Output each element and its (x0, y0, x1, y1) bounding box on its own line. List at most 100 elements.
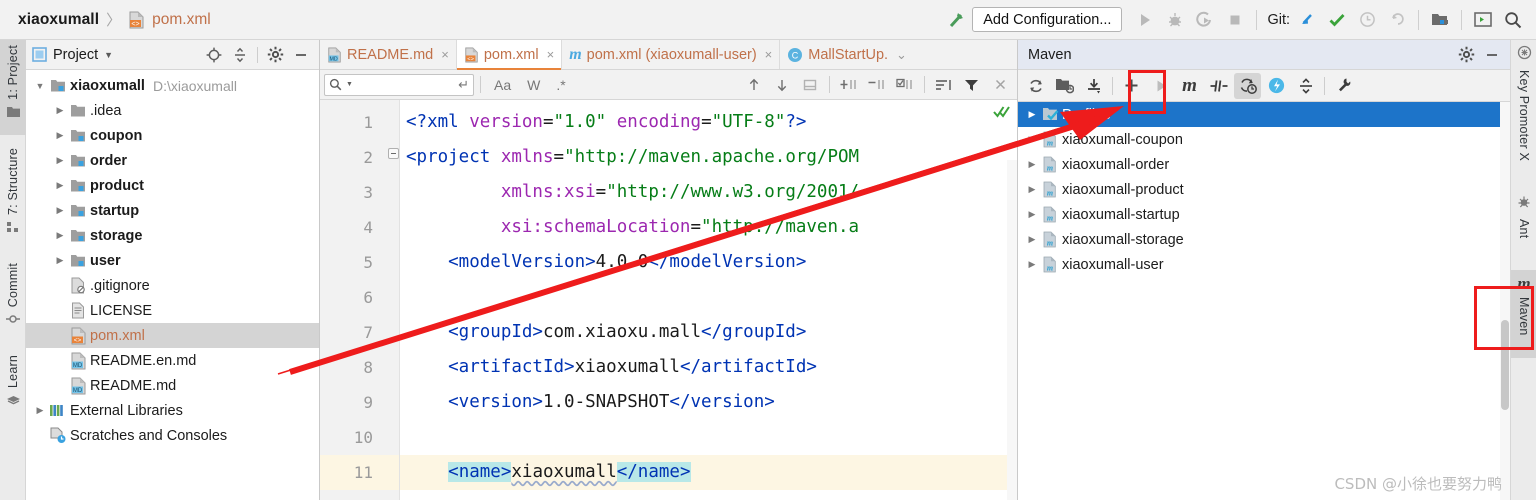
toggle-offline-icon[interactable] (1234, 72, 1261, 99)
chevron-right-icon[interactable]: ▶ (1024, 209, 1040, 220)
breadcrumb-file[interactable]: pom.xml (152, 11, 211, 29)
git-commit-check-icon[interactable] (1322, 5, 1352, 35)
maven-tree-row-startup[interactable]: ▶ m xiaoxumall-startup (1018, 202, 1510, 227)
git-rollback-icon[interactable] (1382, 5, 1412, 35)
tree-row-license[interactable]: LICENSE (26, 298, 319, 323)
close-icon[interactable]: × (765, 47, 773, 62)
add-icon[interactable] (1118, 73, 1145, 99)
git-update-icon[interactable] (1292, 5, 1322, 35)
tree-row-scratches[interactable]: Scratches and Consoles (26, 423, 319, 448)
select-lines-icon[interactable] (892, 73, 918, 97)
tree-row-idea[interactable]: ▶ .idea (26, 98, 319, 123)
expand-lines-icon[interactable] (836, 73, 862, 97)
sidebar-item-maven[interactable]: m Maven (1511, 270, 1536, 358)
run-icon[interactable] (1147, 73, 1174, 99)
maven-tree-row-storage[interactable]: ▶ m xiaoxumall-storage (1018, 227, 1510, 252)
code-editor[interactable]: 1 2 3 4 5 6 7 8 9 10 11 <?xml version="1… (320, 100, 1017, 500)
maven-tree-row-coupon[interactable]: ▶ m xiaoxumall-coupon (1018, 127, 1510, 152)
new-line-icon[interactable]: ↵ (458, 77, 469, 93)
sidebar-item-learn[interactable]: Learn (0, 350, 26, 422)
editor-scrollbar[interactable] (1007, 160, 1017, 500)
tree-row-gitignore[interactable]: .gitignore (26, 273, 319, 298)
filter-icon[interactable] (959, 73, 985, 97)
regex-toggle[interactable]: .* (549, 77, 572, 93)
stop-icon[interactable] (1220, 5, 1250, 35)
chevron-right-icon[interactable]: ▶ (52, 180, 68, 191)
maven-tree-row-user[interactable]: ▶ m xiaoxumall-user (1018, 252, 1510, 277)
tree-row-startup[interactable]: ▶ startup (26, 198, 319, 223)
chevron-right-icon[interactable]: ▶ (52, 255, 68, 266)
project-structure-icon[interactable] (1425, 5, 1455, 35)
locate-icon[interactable] (202, 43, 226, 67)
tab-mallstartup[interactable]: C MallStartUp. ⌄ (780, 40, 914, 69)
chevron-right-icon[interactable]: ▶ (52, 130, 68, 141)
debug-icon[interactable] (1160, 5, 1190, 35)
chevron-right-icon[interactable]: ▶ (1024, 134, 1040, 145)
code-content[interactable]: <?xml version="1.0" encoding="UTF-8"?> <… (400, 100, 1017, 500)
show-dependencies-icon[interactable] (1263, 73, 1290, 99)
sort-icon[interactable] (931, 73, 957, 97)
chevron-right-icon[interactable]: ▶ (1024, 109, 1040, 120)
tree-row-external-libraries[interactable]: ▶ External Libraries (26, 398, 319, 423)
tree-row-readme-en[interactable]: MD README.en.md (26, 348, 319, 373)
sidebar-item-project[interactable]: 1: Project (0, 40, 26, 135)
maven-scrollbar[interactable] (1500, 102, 1510, 500)
chevron-right-icon[interactable]: ▶ (52, 205, 68, 216)
maven-tree-row-product[interactable]: ▶ m xiaoxumall-product (1018, 177, 1510, 202)
close-icon[interactable]: × (441, 47, 449, 62)
close-icon[interactable]: × (547, 47, 555, 62)
inspections-ok-icon[interactable] (993, 104, 1011, 125)
search-icon[interactable] (1498, 5, 1528, 35)
sidebar-item-ant[interactable]: Ant (1511, 190, 1536, 260)
chevron-right-icon[interactable]: ▶ (1024, 259, 1040, 270)
collapse-all-icon[interactable] (1292, 73, 1319, 99)
chevron-right-icon[interactable]: ▶ (1024, 159, 1040, 170)
tree-row-order[interactable]: ▶ order (26, 148, 319, 173)
maven-tree-row-order[interactable]: ▶ m xiaoxumall-order (1018, 152, 1510, 177)
tab-readme-md[interactable]: MD README.md × (320, 40, 457, 69)
match-case-toggle[interactable]: Aa (487, 77, 518, 93)
maven-tree-row-profiles[interactable]: ▶ Profiles (1018, 102, 1510, 127)
reload-all-maven-projects-icon[interactable] (1022, 73, 1049, 99)
tree-row-storage[interactable]: ▶ storage (26, 223, 319, 248)
tab-pom-xml[interactable]: <> pom.xml × (456, 40, 563, 70)
execute-maven-goal-icon[interactable]: m (1176, 73, 1203, 99)
chevron-right-icon[interactable]: ▶ (1024, 234, 1040, 245)
run-with-coverage-icon[interactable] (1190, 5, 1220, 35)
terminal-icon[interactable] (1468, 5, 1498, 35)
chevron-right-icon[interactable]: ▶ (52, 105, 68, 116)
chevron-down-icon[interactable]: ▼ (104, 50, 113, 60)
arrow-up-icon[interactable] (741, 73, 767, 97)
download-sources-icon[interactable] (1080, 73, 1107, 99)
tree-row-coupon[interactable]: ▶ coupon (26, 123, 319, 148)
hammer-icon[interactable] (942, 5, 972, 35)
chevron-right-icon[interactable]: ▶ (1024, 184, 1040, 195)
tree-row-product[interactable]: ▶ product (26, 173, 319, 198)
close-icon[interactable] (987, 73, 1013, 97)
toggle-skip-tests-icon[interactable] (1205, 73, 1232, 99)
minimize-icon[interactable] (289, 43, 313, 67)
collapse-lines-icon[interactable] (864, 73, 890, 97)
maven-settings-icon[interactable] (1330, 73, 1357, 99)
sidebar-item-commit[interactable]: Commit (0, 258, 26, 340)
sidebar-item-key-promoter-x[interactable]: Key Promoter X (1511, 40, 1536, 180)
tree-row-user[interactable]: ▶ user (26, 248, 319, 273)
tree-row-xiaoxumall[interactable]: ▼ xiaoxumall D:\xiaoxumall (26, 73, 319, 98)
breadcrumb-project[interactable]: xiaoxumall (18, 11, 99, 29)
arrow-down-icon[interactable] (769, 73, 795, 97)
gear-icon[interactable] (263, 43, 287, 67)
git-history-clock-icon[interactable] (1352, 5, 1382, 35)
open-in-window-icon[interactable] (797, 73, 823, 97)
search-input[interactable]: ▼ ↵ (324, 73, 474, 96)
sidebar-item-structure[interactable]: 7: Structure (0, 143, 26, 251)
chevron-down-icon[interactable]: ▼ (32, 81, 48, 91)
maven-scrollbar-thumb[interactable] (1501, 320, 1509, 410)
run-icon[interactable] (1130, 5, 1160, 35)
chevron-right-icon[interactable]: ▶ (52, 155, 68, 166)
chevron-down-icon[interactable]: ⌄ (896, 47, 907, 63)
tree-row-pom-xml[interactable]: <> pom.xml (26, 323, 319, 348)
minimize-icon[interactable] (1480, 43, 1504, 67)
add-configuration-button[interactable]: Add Configuration... (972, 7, 1123, 32)
tree-row-readme[interactable]: MD README.md (26, 373, 319, 398)
chevron-right-icon[interactable]: ▶ (32, 405, 48, 416)
